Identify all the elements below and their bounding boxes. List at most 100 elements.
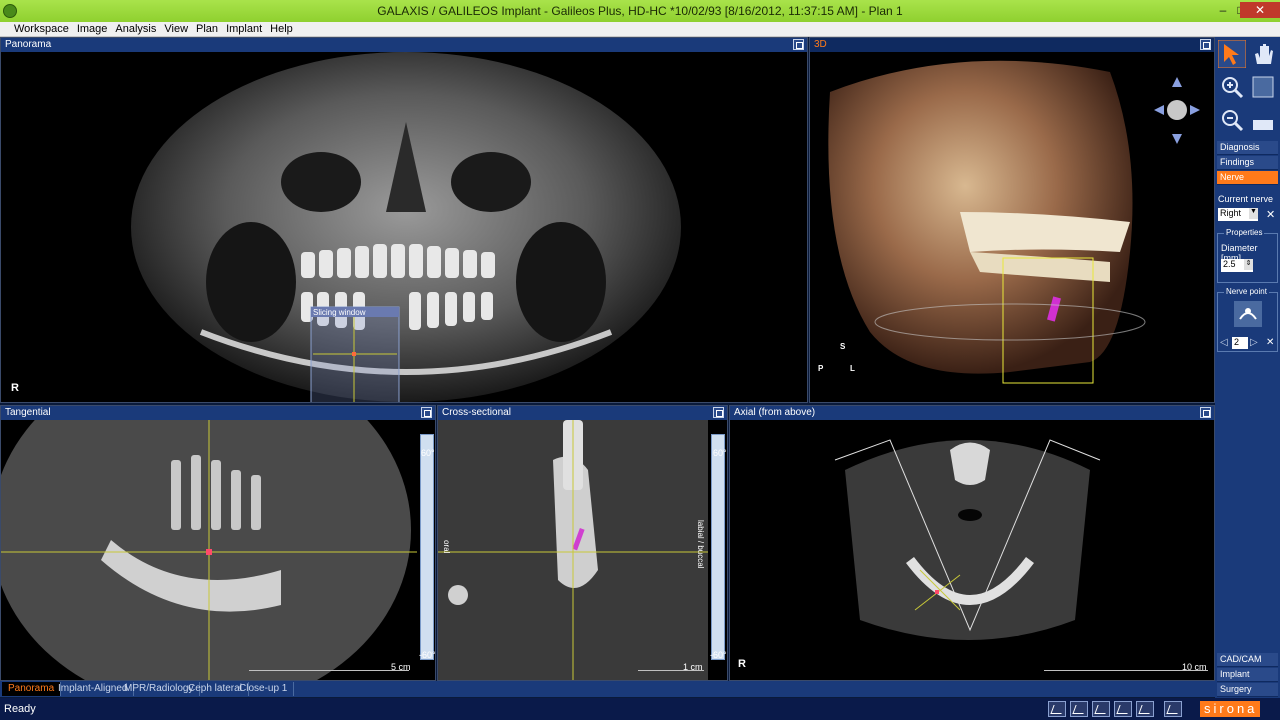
status-tool-icon-5[interactable]: [1136, 701, 1154, 717]
maximize-panel-icon[interactable]: [1200, 407, 1211, 418]
nerve-point-label: Nerve point: [1224, 287, 1269, 296]
hand-tool-icon[interactable]: [1249, 40, 1277, 68]
tab-close-up-1[interactable]: Close-up 1: [233, 682, 295, 696]
panorama-image: [131, 52, 681, 402]
nerve-point-tool-icon[interactable]: [1234, 301, 1262, 327]
tangential-view[interactable]: 60° -60° 5 cm: [1, 420, 435, 680]
nerve-point-delete-icon[interactable]: ✕: [1266, 337, 1274, 348]
view3d-view[interactable]: S P L: [810, 52, 1214, 402]
diameter-stepper[interactable]: 2.5 ⇕: [1221, 259, 1253, 272]
axial-view[interactable]: R 10 cm: [730, 420, 1214, 680]
menu-bar: Workspace Image Analysis View Plan Implant Hel…: [0, 22, 1280, 37]
cross-view[interactable]: labial / buccal oral 60° -60° 1 cm: [438, 420, 727, 680]
pointer-tool-icon[interactable]: [1218, 40, 1246, 68]
cross-sectional-panel[interactable]: Cross-sectional labial / buccal oral 60°…: [437, 405, 728, 681]
mode-nerve[interactable]: Nerve: [1217, 171, 1278, 185]
cross-scale-label: 1 cm: [683, 662, 703, 672]
menu-implant[interactable]: Implant: [222, 22, 266, 35]
status-text: Ready: [4, 703, 36, 715]
menu-analysis[interactable]: Analysis: [111, 22, 160, 35]
nerve-point-next-icon[interactable]: ▷: [1250, 337, 1258, 348]
menu-view[interactable]: View: [160, 22, 192, 35]
tangential-angle-bottom: -60°: [419, 650, 435, 660]
workspace-tabs: Panorama Implant-Aligned MPR/Radiology C…: [0, 681, 1215, 697]
zoom-out-icon[interactable]: [1218, 106, 1246, 134]
labial-buccal-label: labial / buccal: [696, 520, 705, 569]
tangential-header: Tangential: [1, 406, 435, 420]
axial-panel[interactable]: Axial (from above) R 10 cm: [729, 405, 1215, 681]
oral-label: oral: [442, 540, 451, 554]
tangential-scale-bar: [249, 670, 409, 671]
chevron-down-icon: ▼: [1249, 208, 1258, 219]
view3d-panel[interactable]: 3D S P L: [809, 37, 1215, 403]
nerve-point-index[interactable]: 2: [1232, 337, 1248, 349]
panorama-title: Panorama: [5, 39, 52, 50]
panorama-panel[interactable]: Panorama Slicing window R: [0, 37, 808, 403]
maximize-panel-icon[interactable]: [1200, 39, 1211, 50]
marker-p: P: [818, 364, 824, 373]
mode-findings[interactable]: Findings: [1217, 156, 1278, 170]
slicing-window-label: Slicing window: [313, 308, 366, 317]
view3d-title: 3D: [814, 39, 827, 50]
close-button[interactable]: ✕: [1240, 2, 1280, 18]
cross-sectional-image: [438, 420, 708, 680]
current-nerve-value: Right: [1220, 208, 1242, 218]
nerve-point-prev-icon[interactable]: ◁: [1220, 337, 1228, 348]
window-title: GALAXIS / GALILEOS Implant - Galileos Pl…: [377, 4, 903, 18]
mode-surgery[interactable]: Surgery: [1217, 683, 1278, 697]
current-nerve-select[interactable]: Right ▼: [1218, 208, 1258, 221]
minimize-button[interactable]: –: [1214, 2, 1232, 18]
axial-right-marker: R: [738, 658, 746, 670]
cross-title: Cross-sectional: [442, 407, 511, 418]
sirona-logo: sirona: [1200, 701, 1260, 717]
tangential-image: [1, 420, 417, 680]
title-bar: GALAXIS / GALILEOS Implant - Galileos Pl…: [0, 0, 1280, 22]
tangential-scale-label: 5 cm: [391, 662, 411, 672]
orientation-widget[interactable]: [1152, 72, 1202, 147]
status-tool-icon-1[interactable]: [1048, 701, 1066, 717]
maximize-panel-icon[interactable]: [421, 407, 432, 418]
tangential-title: Tangential: [5, 407, 51, 418]
zoom-in-icon[interactable]: [1218, 73, 1246, 101]
tangential-panel[interactable]: Tangential 60° -60° 5 cm: [0, 405, 436, 681]
delete-nerve-icon[interactable]: ✕: [1266, 208, 1275, 221]
cross-angle-bottom: -60°: [710, 650, 727, 660]
layout-bottom-icon[interactable]: [1249, 106, 1277, 134]
marker-s: S: [840, 342, 846, 351]
tangential-angle-top: 60°: [421, 448, 435, 458]
diameter-value: 2.5: [1223, 259, 1236, 269]
right-tool-panel: Diagnosis Findings Nerve Current nerve R…: [1215, 37, 1280, 698]
nerve-point-group: Nerve point ◁ 2 ▷ ✕: [1217, 287, 1278, 352]
tangential-tilt-slider[interactable]: [420, 434, 434, 660]
menu-workspace[interactable]: Workspace: [10, 22, 73, 35]
panorama-header: Panorama: [1, 38, 807, 52]
mode-implant[interactable]: Implant: [1217, 668, 1278, 682]
view3d-header: 3D: [810, 38, 1214, 52]
right-side-marker: R: [11, 382, 19, 394]
status-tool-icon-3[interactable]: [1092, 701, 1110, 717]
maximize-panel-icon[interactable]: [713, 407, 724, 418]
axial-header: Axial (from above): [730, 406, 1214, 420]
axial-scale-label: 10 cm: [1182, 662, 1207, 672]
axial-title: Axial (from above): [734, 407, 816, 418]
mode-diagnosis[interactable]: Diagnosis: [1217, 141, 1278, 155]
mode-cad-cam[interactable]: CAD/CAM: [1217, 653, 1278, 667]
layout-top-icon[interactable]: [1249, 73, 1277, 101]
stepper-icon: ⇕: [1244, 259, 1253, 270]
panorama-view[interactable]: Slicing window R: [1, 52, 807, 402]
cross-tilt-slider[interactable]: [711, 434, 725, 660]
properties-label: Properties: [1224, 228, 1265, 237]
status-tool-icon-6[interactable]: [1164, 701, 1182, 717]
properties-group: Properties Diameter [mm] 2.5 ⇕: [1217, 228, 1278, 283]
cross-header: Cross-sectional: [438, 406, 727, 420]
current-nerve-label: Current nerve: [1218, 194, 1274, 204]
menu-image[interactable]: Image: [73, 22, 112, 35]
menu-plan[interactable]: Plan: [192, 22, 222, 35]
maximize-panel-icon[interactable]: [793, 39, 804, 50]
status-tool-icon-2[interactable]: [1070, 701, 1088, 717]
cross-angle-top: 60°: [713, 448, 727, 458]
menu-help[interactable]: Help: [266, 22, 297, 35]
status-bar: Ready sirona: [0, 698, 1280, 720]
status-tool-icon-4[interactable]: [1114, 701, 1132, 717]
axial-image: [834, 439, 1101, 640]
